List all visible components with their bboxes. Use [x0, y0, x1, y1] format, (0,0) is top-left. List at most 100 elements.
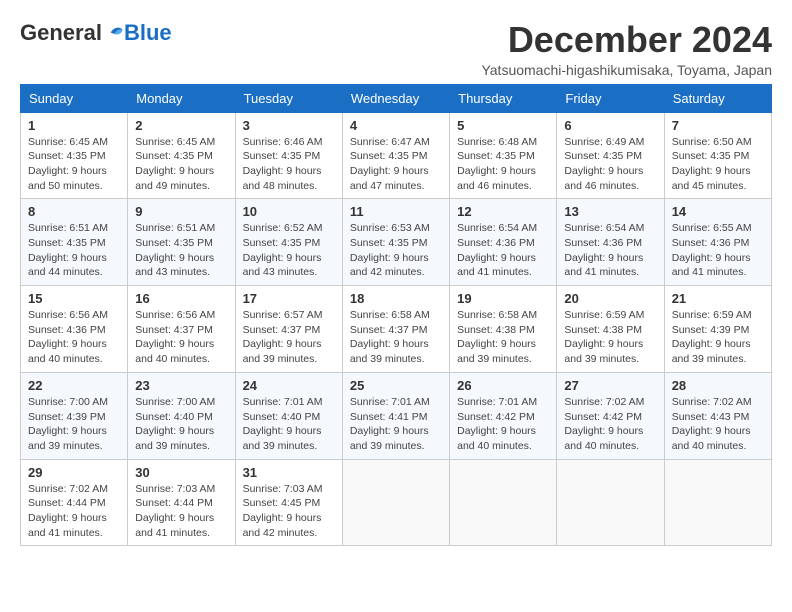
day-number: 19 [457, 291, 549, 306]
day-number: 8 [28, 204, 120, 219]
calendar-week-row: 22 Sunrise: 7:00 AM Sunset: 4:39 PM Dayl… [21, 372, 772, 459]
day-number: 18 [350, 291, 442, 306]
day-number: 4 [350, 118, 442, 133]
calendar-cell: 2 Sunrise: 6:45 AM Sunset: 4:35 PM Dayli… [128, 112, 235, 199]
day-detail: Sunrise: 6:59 AM Sunset: 4:39 PM Dayligh… [672, 308, 764, 367]
day-of-week-header: Sunday [21, 84, 128, 112]
day-number: 20 [564, 291, 656, 306]
day-detail: Sunrise: 6:47 AM Sunset: 4:35 PM Dayligh… [350, 135, 442, 194]
calendar-cell: 11 Sunrise: 6:53 AM Sunset: 4:35 PM Dayl… [342, 199, 449, 286]
day-detail: Sunrise: 7:00 AM Sunset: 4:40 PM Dayligh… [135, 395, 227, 454]
day-detail: Sunrise: 6:49 AM Sunset: 4:35 PM Dayligh… [564, 135, 656, 194]
day-number: 13 [564, 204, 656, 219]
day-of-week-header: Wednesday [342, 84, 449, 112]
calendar-cell: 8 Sunrise: 6:51 AM Sunset: 4:35 PM Dayli… [21, 199, 128, 286]
day-detail: Sunrise: 6:58 AM Sunset: 4:37 PM Dayligh… [350, 308, 442, 367]
day-detail: Sunrise: 6:50 AM Sunset: 4:35 PM Dayligh… [672, 135, 764, 194]
day-detail: Sunrise: 6:51 AM Sunset: 4:35 PM Dayligh… [135, 221, 227, 280]
day-number: 23 [135, 378, 227, 393]
day-of-week-header: Tuesday [235, 84, 342, 112]
calendar-cell: 16 Sunrise: 6:56 AM Sunset: 4:37 PM Dayl… [128, 286, 235, 373]
calendar-week-row: 1 Sunrise: 6:45 AM Sunset: 4:35 PM Dayli… [21, 112, 772, 199]
calendar-cell: 5 Sunrise: 6:48 AM Sunset: 4:35 PM Dayli… [450, 112, 557, 199]
calendar-cell: 10 Sunrise: 6:52 AM Sunset: 4:35 PM Dayl… [235, 199, 342, 286]
day-number: 28 [672, 378, 764, 393]
calendar-cell: 14 Sunrise: 6:55 AM Sunset: 4:36 PM Dayl… [664, 199, 771, 286]
calendar-cell: 27 Sunrise: 7:02 AM Sunset: 4:42 PM Dayl… [557, 372, 664, 459]
calendar-cell: 9 Sunrise: 6:51 AM Sunset: 4:35 PM Dayli… [128, 199, 235, 286]
logo-blue-text: Blue [124, 20, 172, 46]
day-detail: Sunrise: 6:45 AM Sunset: 4:35 PM Dayligh… [28, 135, 120, 194]
logo-bird-icon [104, 23, 124, 43]
calendar-cell: 19 Sunrise: 6:58 AM Sunset: 4:38 PM Dayl… [450, 286, 557, 373]
day-number: 11 [350, 204, 442, 219]
day-of-week-header: Thursday [450, 84, 557, 112]
title-section: December 2024 Yatsuomachi-higashikumisak… [481, 20, 772, 78]
day-number: 24 [243, 378, 335, 393]
calendar-cell: 22 Sunrise: 7:00 AM Sunset: 4:39 PM Dayl… [21, 372, 128, 459]
calendar-cell: 12 Sunrise: 6:54 AM Sunset: 4:36 PM Dayl… [450, 199, 557, 286]
day-detail: Sunrise: 6:56 AM Sunset: 4:37 PM Dayligh… [135, 308, 227, 367]
calendar-cell: 6 Sunrise: 6:49 AM Sunset: 4:35 PM Dayli… [557, 112, 664, 199]
calendar-cell [664, 459, 771, 546]
month-title: December 2024 [481, 20, 772, 60]
calendar-week-row: 29 Sunrise: 7:02 AM Sunset: 4:44 PM Dayl… [21, 459, 772, 546]
day-detail: Sunrise: 6:52 AM Sunset: 4:35 PM Dayligh… [243, 221, 335, 280]
day-detail: Sunrise: 7:02 AM Sunset: 4:42 PM Dayligh… [564, 395, 656, 454]
calendar-cell: 1 Sunrise: 6:45 AM Sunset: 4:35 PM Dayli… [21, 112, 128, 199]
day-number: 25 [350, 378, 442, 393]
day-number: 1 [28, 118, 120, 133]
day-detail: Sunrise: 6:56 AM Sunset: 4:36 PM Dayligh… [28, 308, 120, 367]
day-detail: Sunrise: 6:58 AM Sunset: 4:38 PM Dayligh… [457, 308, 549, 367]
logo-general-text: General [20, 20, 102, 46]
day-number: 30 [135, 465, 227, 480]
calendar-cell [450, 459, 557, 546]
day-number: 9 [135, 204, 227, 219]
day-number: 12 [457, 204, 549, 219]
day-number: 21 [672, 291, 764, 306]
calendar-cell: 17 Sunrise: 6:57 AM Sunset: 4:37 PM Dayl… [235, 286, 342, 373]
day-number: 2 [135, 118, 227, 133]
day-detail: Sunrise: 7:02 AM Sunset: 4:44 PM Dayligh… [28, 482, 120, 541]
day-detail: Sunrise: 6:55 AM Sunset: 4:36 PM Dayligh… [672, 221, 764, 280]
day-detail: Sunrise: 7:01 AM Sunset: 4:42 PM Dayligh… [457, 395, 549, 454]
day-detail: Sunrise: 6:45 AM Sunset: 4:35 PM Dayligh… [135, 135, 227, 194]
day-detail: Sunrise: 6:59 AM Sunset: 4:38 PM Dayligh… [564, 308, 656, 367]
calendar-cell: 29 Sunrise: 7:02 AM Sunset: 4:44 PM Dayl… [21, 459, 128, 546]
day-detail: Sunrise: 7:03 AM Sunset: 4:44 PM Dayligh… [135, 482, 227, 541]
day-of-week-header: Monday [128, 84, 235, 112]
calendar-cell: 26 Sunrise: 7:01 AM Sunset: 4:42 PM Dayl… [450, 372, 557, 459]
calendar-cell: 3 Sunrise: 6:46 AM Sunset: 4:35 PM Dayli… [235, 112, 342, 199]
calendar-cell: 30 Sunrise: 7:03 AM Sunset: 4:44 PM Dayl… [128, 459, 235, 546]
calendar-cell: 24 Sunrise: 7:01 AM Sunset: 4:40 PM Dayl… [235, 372, 342, 459]
day-detail: Sunrise: 7:00 AM Sunset: 4:39 PM Dayligh… [28, 395, 120, 454]
day-detail: Sunrise: 7:01 AM Sunset: 4:41 PM Dayligh… [350, 395, 442, 454]
day-detail: Sunrise: 6:46 AM Sunset: 4:35 PM Dayligh… [243, 135, 335, 194]
calendar-cell: 7 Sunrise: 6:50 AM Sunset: 4:35 PM Dayli… [664, 112, 771, 199]
day-detail: Sunrise: 7:03 AM Sunset: 4:45 PM Dayligh… [243, 482, 335, 541]
calendar-table: SundayMondayTuesdayWednesdayThursdayFrid… [20, 84, 772, 547]
calendar-cell: 20 Sunrise: 6:59 AM Sunset: 4:38 PM Dayl… [557, 286, 664, 373]
day-detail: Sunrise: 6:51 AM Sunset: 4:35 PM Dayligh… [28, 221, 120, 280]
day-number: 10 [243, 204, 335, 219]
day-detail: Sunrise: 7:01 AM Sunset: 4:40 PM Dayligh… [243, 395, 335, 454]
day-number: 27 [564, 378, 656, 393]
day-number: 7 [672, 118, 764, 133]
day-detail: Sunrise: 6:57 AM Sunset: 4:37 PM Dayligh… [243, 308, 335, 367]
day-number: 17 [243, 291, 335, 306]
day-number: 3 [243, 118, 335, 133]
calendar-cell: 15 Sunrise: 6:56 AM Sunset: 4:36 PM Dayl… [21, 286, 128, 373]
calendar-cell: 28 Sunrise: 7:02 AM Sunset: 4:43 PM Dayl… [664, 372, 771, 459]
day-detail: Sunrise: 6:53 AM Sunset: 4:35 PM Dayligh… [350, 221, 442, 280]
day-number: 15 [28, 291, 120, 306]
day-of-week-header: Saturday [664, 84, 771, 112]
page-header: General Blue December 2024 Yatsuomachi-h… [20, 20, 772, 78]
calendar-cell: 13 Sunrise: 6:54 AM Sunset: 4:36 PM Dayl… [557, 199, 664, 286]
calendar-cell [557, 459, 664, 546]
calendar-cell: 31 Sunrise: 7:03 AM Sunset: 4:45 PM Dayl… [235, 459, 342, 546]
day-detail: Sunrise: 6:54 AM Sunset: 4:36 PM Dayligh… [564, 221, 656, 280]
calendar-week-row: 15 Sunrise: 6:56 AM Sunset: 4:36 PM Dayl… [21, 286, 772, 373]
day-of-week-header: Friday [557, 84, 664, 112]
day-number: 22 [28, 378, 120, 393]
day-number: 14 [672, 204, 764, 219]
